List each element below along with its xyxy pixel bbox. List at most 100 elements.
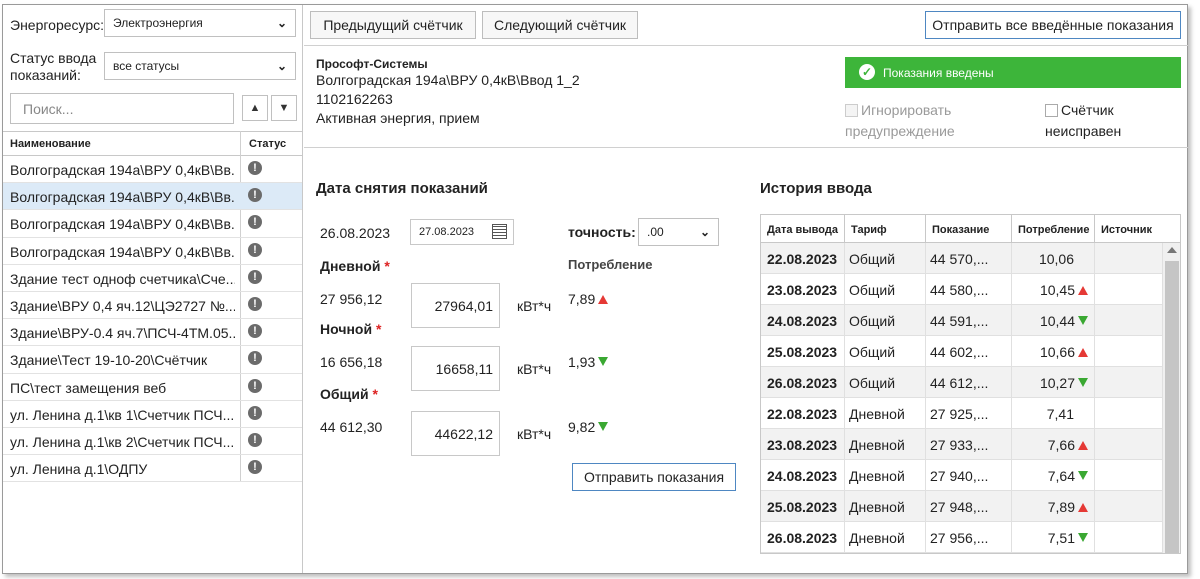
list-item[interactable]: Здание\ВРУ-0.4 яч.7\ПСЧ-4ТМ.05...! [3, 319, 302, 347]
history-tariff-text: Общий [849, 313, 896, 329]
reading-input[interactable]: 44622,12 [411, 411, 500, 456]
reading-input[interactable]: 27964,01 [411, 283, 500, 328]
history-consumption-text: 7,89 [1047, 499, 1075, 515]
warning-icon: ! [248, 215, 262, 230]
required-marker: * [368, 386, 378, 402]
warning-icon: ! [248, 351, 262, 366]
list-item[interactable]: Здание\Тест 19-10-20\Счётчик! [3, 346, 302, 374]
table-row[interactable]: 25.08.2023 Общий 44 602,... 10,66 [761, 336, 1163, 367]
reading-input[interactable]: 16658,11 [411, 346, 500, 391]
status-select[interactable]: все статусы ⌄ [104, 52, 296, 80]
arrow-down-icon [598, 422, 609, 431]
list-item[interactable]: Волгоградская 194а\ВРУ 0,4кВ\Вв...! [3, 238, 302, 265]
history-reading: 27 940,... [926, 460, 1012, 491]
history-reading-text: 44 602,... [930, 344, 989, 360]
list-item[interactable]: ул. Ленина д.1\кв 1\Счетчик ПСЧ...! [3, 401, 302, 428]
history-source [1095, 398, 1163, 429]
consumption-text: 1,93 [568, 354, 596, 370]
next-meter-button[interactable]: Следующий счётчик [482, 11, 638, 39]
history-tariff: Общий [845, 336, 926, 367]
search-input[interactable]: Поиск... [10, 93, 234, 124]
meter-name: Здание\Тест 19-10-20\Счётчик [10, 352, 208, 369]
tariff-name: Дневной * [320, 258, 390, 274]
history-reading-text: 27 948,... [930, 499, 989, 515]
list-item[interactable]: Здание тест одноф счетчика\Сче...! [3, 265, 302, 292]
history-consumption-text: 7,64 [1047, 468, 1075, 484]
history-column-header[interactable]: Показание [926, 215, 1012, 243]
scrollbar-thumb[interactable] [1165, 261, 1179, 553]
history-tariff: Дневной [845, 522, 926, 553]
ignore-warning-line2: предупреждение [845, 123, 955, 139]
table-row[interactable]: 26.08.2023 Дневной 27 956,... 7,51 [761, 522, 1163, 553]
table-row[interactable]: 22.08.2023 Общий 44 570,... 10,06 [761, 243, 1163, 274]
meter-name: ул. Ленина д.1\ОДПУ [10, 461, 148, 478]
history-tariff-text: Дневной [849, 468, 905, 484]
accuracy-select[interactable]: .00 ⌄ [638, 218, 719, 246]
list-item[interactable]: Волгоградская 194а\ВРУ 0,4кВ\Вв...! [3, 210, 302, 238]
history-scrollbar[interactable] [1163, 243, 1180, 553]
table-row[interactable]: 25.08.2023 Дневной 27 948,... 7,89 [761, 491, 1163, 522]
meter-name: Волгоградская 194а\ВРУ 0,4кВ\Вв... [10, 243, 235, 260]
list-item[interactable]: ПС\тест замещения веб! [3, 374, 302, 401]
list-item[interactable]: Волгоградская 194а\ВРУ 0,4кВ\Вв...! [3, 156, 302, 184]
resource-select[interactable]: Электроэнергия ⌄ [104, 9, 296, 37]
history-column-header[interactable]: Тариф [845, 215, 926, 243]
history-consumption: 7,64 [1012, 460, 1095, 491]
history-source [1095, 243, 1163, 274]
table-row[interactable]: 24.08.2023 Дневной 27 940,... 7,64 [761, 460, 1163, 491]
divider [304, 45, 1188, 46]
list-item[interactable]: Здание\ВРУ 0,4 яч.12\ЦЭ2727 №...! [3, 292, 302, 320]
date-picker[interactable]: 27.08.2023 [410, 219, 514, 245]
history-date-text: 26.08.2023 [767, 530, 838, 546]
status-badge: ✓ Показания введены [845, 57, 1181, 88]
app-window: Энергоресурс: Электроэнергия ⌄ Статус вв… [2, 4, 1188, 574]
history-column-header[interactable]: Источник [1095, 215, 1180, 243]
move-down-button[interactable]: ▼ [271, 95, 297, 121]
prev-meter-button[interactable]: Предыдущий счётчик [310, 11, 476, 39]
history-tariff: Дневной [845, 398, 926, 429]
table-row[interactable]: 23.08.2023 Дневной 27 933,... 7,66 [761, 429, 1163, 460]
history-reading-text: 44 570,... [930, 251, 989, 267]
arrow-up-icon [598, 295, 609, 304]
history-date: 25.08.2023 [761, 336, 845, 367]
arrow-up-icon [1078, 348, 1088, 357]
meter-faulty-line1: Счётчик [1061, 102, 1114, 118]
table-row[interactable]: 23.08.2023 Общий 44 580,... 10,45 [761, 274, 1163, 305]
move-up-button[interactable]: ▲ [242, 95, 268, 121]
history-tariff: Дневной [845, 460, 926, 491]
send-all-button[interactable]: Отправить все введённые показания [925, 11, 1181, 39]
warning-icon: ! [248, 242, 262, 257]
history-consumption-text: 10,45 [1039, 282, 1075, 298]
history-column-header[interactable]: Потребление [1012, 215, 1095, 243]
meter-name: Здание тест одноф счетчика\Сче... [10, 270, 235, 287]
list-item[interactable]: ул. Ленина д.1\кв 2\Счетчик ПСЧ...! [3, 428, 302, 456]
tariff-name: Ночной * [320, 321, 381, 337]
history-column-header[interactable]: Дата вывода [761, 215, 845, 243]
previous-reading: 44 612,30 [320, 419, 383, 435]
column-header-status[interactable]: Статус [249, 138, 286, 150]
history-source [1095, 305, 1163, 336]
list-item[interactable]: Волгоградская 194а\ВРУ 0,4кВ\Вв...! [3, 183, 302, 211]
meter-serial: 1102162263 [316, 91, 393, 107]
history-tariff-text: Дневной [849, 499, 905, 515]
column-header-name[interactable]: Наименование [10, 138, 91, 150]
history-date: 26.08.2023 [761, 367, 845, 398]
arrow-down-icon [1078, 533, 1088, 542]
history-tariff-text: Дневной [849, 530, 905, 546]
previous-date: 26.08.2023 [320, 225, 391, 241]
table-row[interactable]: 24.08.2023 Общий 44 591,... 10,44 [761, 305, 1163, 336]
history-date: 23.08.2023 [761, 429, 845, 460]
list-item[interactable]: ул. Ленина д.1\ОДПУ! [3, 455, 302, 483]
meter-name: ул. Ленина д.1\кв 2\Счетчик ПСЧ... [10, 433, 235, 450]
scroll-up-icon[interactable] [1167, 247, 1177, 253]
table-row[interactable]: 26.08.2023 Общий 44 612,... 10,27 [761, 367, 1163, 398]
submit-readings-button[interactable]: Отправить показания [572, 463, 736, 491]
history-date-text: 24.08.2023 [767, 313, 838, 329]
history-date: 24.08.2023 [761, 460, 845, 491]
calendar-icon[interactable] [492, 224, 507, 239]
history-reading: 44 591,... [926, 305, 1012, 336]
table-row[interactable]: 22.08.2023 Дневной 27 925,... 7,41 [761, 398, 1163, 429]
status-label-line2: показаний: [10, 67, 81, 83]
unit-label: кВт*ч [517, 361, 552, 377]
accuracy-label: точность: [568, 224, 636, 240]
